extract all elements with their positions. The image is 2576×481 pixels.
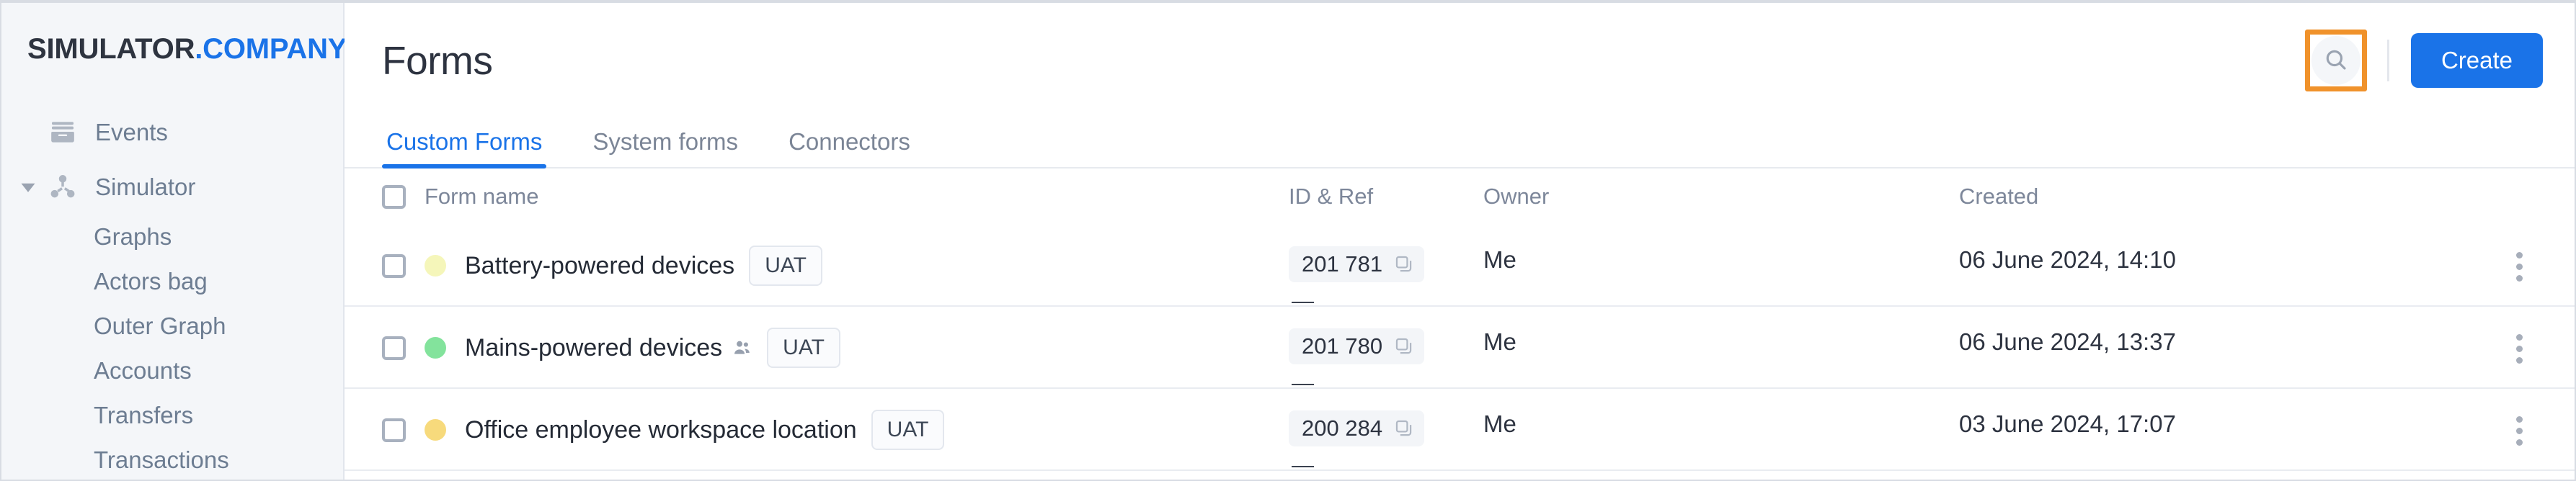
search-highlight-annotation [2304, 30, 2367, 91]
column-header-label: Form name [425, 184, 539, 209]
tab-custom-forms[interactable]: Custom Forms [382, 128, 547, 168]
row-checkbox[interactable] [382, 418, 406, 442]
cell-form-name: Battery-powered devices UAT [345, 225, 1289, 307]
main-content: Forms Create Custom Forms System forms C… [345, 3, 2575, 480]
sidebar-subitem-label: Outer Graph [94, 313, 226, 339]
select-all-checkbox[interactable] [382, 184, 406, 209]
sidebar-subitem-label: Actors bag [94, 268, 208, 295]
sidebar: SIMULATOR.COMPANY Events Simulator Graph… [1, 3, 389, 481]
cell-id-ref: 201 781 — [1289, 225, 1483, 314]
cell-actions [2464, 225, 2575, 287]
table-row[interactable]: Office employee workspace location UAT 2… [345, 389, 2575, 477]
network-icon [46, 172, 79, 202]
sidebar-subitem-label: Transactions [94, 446, 229, 473]
shared-users-icon [732, 338, 752, 358]
environment-badge: UAT [767, 328, 840, 368]
archive-icon [46, 118, 79, 147]
table-header-row: Form name ID & Ref Owner Created [345, 168, 2575, 225]
environment-badge: UAT [749, 246, 822, 286]
row-checkbox[interactable] [382, 336, 406, 360]
table-body: Battery-powered devices UAT 201 781 — Me… [345, 225, 2575, 477]
cell-form-name: Mains-powered devices UAT [345, 307, 1289, 389]
sidebar-item-accounts[interactable]: Accounts [1, 349, 343, 393]
sidebar-item-actors-bag[interactable]: Actors bag [1, 259, 343, 304]
sidebar-subitem-label: Transfers [94, 402, 194, 428]
sidebar-item-transactions[interactable]: Transactions [1, 438, 343, 481]
copy-icon[interactable] [1394, 254, 1414, 274]
sidebar-item-label: Events [95, 119, 168, 145]
row-menu-button[interactable] [2509, 328, 2530, 369]
tab-bar: Custom Forms System forms Connectors [345, 118, 2575, 168]
column-header-form-name: Form name [345, 184, 1289, 210]
id-chip[interactable]: 201 781 [1289, 246, 1425, 282]
sidebar-item-events[interactable]: Events [1, 105, 343, 160]
cell-actions [2464, 307, 2575, 369]
sidebar-item-label: Simulator [95, 174, 196, 200]
tab-label: Connectors [789, 128, 910, 155]
cell-owner: Me [1483, 328, 1516, 355]
column-header-id-ref: ID & Ref [1289, 184, 1374, 209]
search-button[interactable] [2311, 36, 2360, 85]
sidebar-item-graphs[interactable]: Graphs [1, 215, 343, 259]
cell-id-ref: 200 284 — [1289, 389, 1483, 478]
cell-owner: Me [1483, 410, 1516, 437]
id-value: 201 781 [1302, 251, 1383, 277]
sidebar-item-transfers[interactable]: Transfers [1, 393, 343, 438]
tab-connectors[interactable]: Connectors [784, 128, 915, 167]
row-menu-button[interactable] [2509, 410, 2530, 451]
environment-badge: UAT [871, 410, 945, 450]
ref-value: — [1292, 452, 1315, 477]
logo-text-primary: SIMULATOR [27, 32, 195, 65]
id-value: 200 284 [1302, 415, 1383, 441]
form-name-label[interactable]: Battery-powered devices [465, 252, 734, 280]
chevron-down-icon[interactable] [19, 178, 46, 197]
page-header: Forms Create [345, 3, 2575, 118]
id-value: 201 780 [1302, 333, 1383, 359]
row-checkbox[interactable] [382, 253, 406, 278]
tab-label: Custom Forms [386, 128, 543, 155]
cell-actions [2464, 389, 2575, 451]
cell-created: 06 June 2024, 14:10 [1959, 246, 2176, 273]
app-logo[interactable]: SIMULATOR.COMPANY [27, 33, 347, 66]
status-dot [425, 337, 446, 359]
cell-created: 06 June 2024, 13:37 [1959, 328, 2176, 355]
status-dot [425, 419, 446, 441]
create-button[interactable]: Create [2410, 33, 2543, 88]
table-row[interactable]: Mains-powered devices UAT 201 780 — Me 0… [345, 307, 2575, 395]
sidebar-item-simulator[interactable]: Simulator [1, 160, 343, 215]
logo-text-accent: .COMPANY [195, 32, 347, 65]
cell-form-name: Office employee workspace location UAT [345, 389, 1289, 471]
status-dot [425, 255, 446, 277]
cell-owner: Me [1483, 246, 1516, 273]
cell-created: 03 June 2024, 17:07 [1959, 410, 2176, 437]
sidebar-item-outer-graph[interactable]: Outer Graph [1, 304, 343, 349]
header-actions: Create [2304, 30, 2543, 91]
form-name-label[interactable]: Mains-powered devices [465, 334, 722, 362]
sidebar-nav: Events Simulator Graphs Actors bag Outer… [1, 105, 343, 481]
page-title: Forms [382, 38, 493, 83]
id-chip[interactable]: 201 780 [1289, 328, 1425, 364]
sidebar-subitem-label: Accounts [94, 357, 192, 384]
sidebar-subitem-label: Graphs [94, 223, 172, 250]
tab-system-forms[interactable]: System forms [588, 128, 742, 167]
form-name-label[interactable]: Office employee workspace location [465, 416, 857, 444]
brand-row: SIMULATOR.COMPANY [1, 27, 389, 71]
forms-table: Form name ID & Ref Owner Created Battery… [345, 168, 2575, 477]
header-divider [2386, 40, 2389, 81]
id-chip[interactable]: 200 284 [1289, 410, 1425, 446]
tab-label: System forms [592, 128, 739, 155]
search-icon [2323, 47, 2349, 75]
column-header-owner: Owner [1483, 184, 1550, 209]
app-window: SIMULATOR.COMPANY Events Simulator Graph… [0, 0, 2576, 481]
copy-icon[interactable] [1394, 418, 1414, 439]
row-menu-button[interactable] [2509, 246, 2530, 287]
column-header-created: Created [1959, 184, 2039, 209]
copy-icon[interactable] [1394, 336, 1414, 356]
cell-id-ref: 201 780 — [1289, 307, 1483, 396]
table-row[interactable]: Battery-powered devices UAT 201 781 — Me… [345, 225, 2575, 313]
